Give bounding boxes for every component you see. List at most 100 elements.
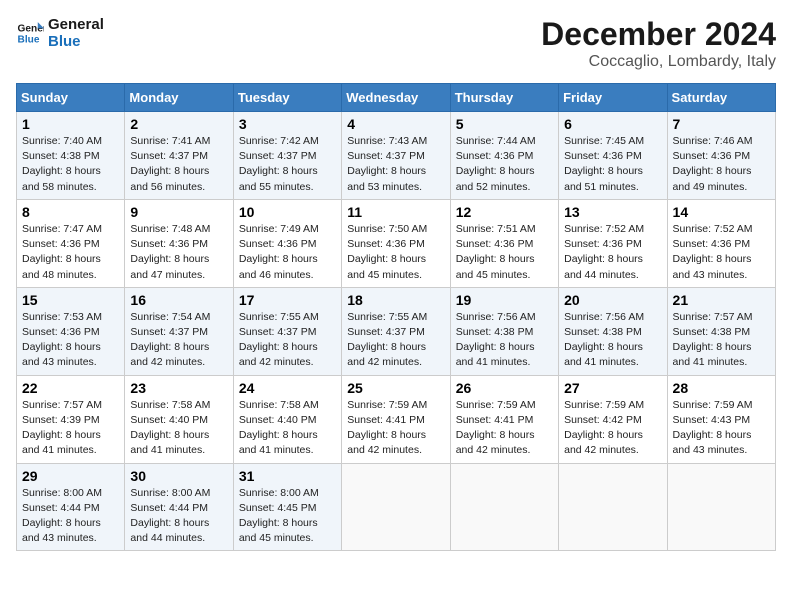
day-info: Sunrise: 7:48 AMSunset: 4:36 PMDaylight:… <box>130 222 227 283</box>
day-number: 10 <box>239 204 336 220</box>
calendar-cell: 29Sunrise: 8:00 AMSunset: 4:44 PMDayligh… <box>17 463 125 551</box>
calendar-header-row: SundayMondayTuesdayWednesdayThursdayFrid… <box>17 84 776 112</box>
calendar-cell <box>559 463 667 551</box>
calendar-week-row: 15 Sunrise: 7:53 AMSunset: 4:36 PMDayligh… <box>17 287 776 375</box>
day-info: Sunrise: 7:44 AMSunset: 4:36 PMDaylight:… <box>456 134 553 195</box>
day-info: Sunrise: 7:41 AMSunset: 4:37 PMDaylight:… <box>130 134 227 195</box>
calendar-table: SundayMondayTuesdayWednesdayThursdayFrid… <box>16 83 776 551</box>
calendar-cell: 28 Sunrise: 7:59 AMSunset: 4:43 PMDayligh… <box>667 375 775 463</box>
day-info: Sunrise: 7:46 AMSunset: 4:36 PMDaylight:… <box>673 134 770 195</box>
calendar-cell: 13 Sunrise: 7:52 AMSunset: 4:36 PMDayligh… <box>559 199 667 287</box>
calendar-day-header: Monday <box>125 84 233 112</box>
day-info: Sunrise: 7:57 AMSunset: 4:39 PMDaylight:… <box>22 398 119 459</box>
calendar-week-row: 22 Sunrise: 7:57 AMSunset: 4:39 PMDayligh… <box>17 375 776 463</box>
logo-icon: General Blue <box>16 19 44 47</box>
day-number: 8 <box>22 204 119 220</box>
calendar-day-header: Thursday <box>450 84 558 112</box>
logo-general: General <box>48 16 104 33</box>
day-info: Sunrise: 7:55 AMSunset: 4:37 PMDaylight:… <box>239 310 336 371</box>
day-info: Sunrise: 7:58 AMSunset: 4:40 PMDaylight:… <box>130 398 227 459</box>
day-info: Sunrise: 7:52 AMSunset: 4:36 PMDaylight:… <box>673 222 770 283</box>
calendar-cell: 30 Sunrise: 8:00 AMSunset: 4:44 PMDayligh… <box>125 463 233 551</box>
header: General Blue General Blue December 2024 … <box>16 16 776 71</box>
calendar-cell: 26 Sunrise: 7:59 AMSunset: 4:41 PMDayligh… <box>450 375 558 463</box>
day-number: 9 <box>130 204 227 220</box>
day-info: Sunrise: 7:40 AMSunset: 4:38 PMDaylight:… <box>22 134 119 195</box>
svg-text:Blue: Blue <box>18 34 40 45</box>
calendar-day-header: Wednesday <box>342 84 450 112</box>
logo: General Blue General Blue <box>16 16 104 50</box>
calendar-cell: 17 Sunrise: 7:55 AMSunset: 4:37 PMDayligh… <box>233 287 341 375</box>
calendar-cell: 20Sunrise: 7:56 AMSunset: 4:38 PMDayligh… <box>559 287 667 375</box>
day-number: 30 <box>130 468 227 484</box>
calendar-cell: 22 Sunrise: 7:57 AMSunset: 4:39 PMDayligh… <box>17 375 125 463</box>
calendar-cell: 25 Sunrise: 7:59 AMSunset: 4:41 PMDayligh… <box>342 375 450 463</box>
day-number: 13 <box>564 204 661 220</box>
day-info: Sunrise: 7:52 AMSunset: 4:36 PMDaylight:… <box>564 222 661 283</box>
day-number: 21 <box>673 292 770 308</box>
calendar-cell: 18 Sunrise: 7:55 AMSunset: 4:37 PMDayligh… <box>342 287 450 375</box>
day-info: Sunrise: 8:00 AMSunset: 4:45 PMDaylight:… <box>239 486 336 547</box>
day-number: 25 <box>347 380 444 396</box>
day-number: 4 <box>347 116 444 132</box>
day-number: 6 <box>564 116 661 132</box>
day-info: Sunrise: 7:56 AMSunset: 4:38 PMDaylight:… <box>564 310 661 371</box>
day-info: Sunrise: 7:49 AMSunset: 4:36 PMDaylight:… <box>239 222 336 283</box>
day-number: 28 <box>673 380 770 396</box>
location-title: Coccaglio, Lombardy, Italy <box>541 53 776 71</box>
calendar-day-header: Tuesday <box>233 84 341 112</box>
calendar-cell: 4 Sunrise: 7:43 AMSunset: 4:37 PMDaylight… <box>342 112 450 200</box>
day-info: Sunrise: 7:58 AMSunset: 4:40 PMDaylight:… <box>239 398 336 459</box>
calendar-cell: 11Sunrise: 7:50 AMSunset: 4:36 PMDayligh… <box>342 199 450 287</box>
calendar-cell: 7Sunrise: 7:46 AMSunset: 4:36 PMDaylight… <box>667 112 775 200</box>
day-number: 22 <box>22 380 119 396</box>
day-number: 15 <box>22 292 119 308</box>
calendar-cell <box>667 463 775 551</box>
day-info: Sunrise: 7:47 AMSunset: 4:36 PMDaylight:… <box>22 222 119 283</box>
day-number: 16 <box>130 292 227 308</box>
calendar-cell: 12Sunrise: 7:51 AMSunset: 4:36 PMDayligh… <box>450 199 558 287</box>
day-number: 3 <box>239 116 336 132</box>
day-number: 23 <box>130 380 227 396</box>
calendar-cell: 27Sunrise: 7:59 AMSunset: 4:42 PMDayligh… <box>559 375 667 463</box>
day-info: Sunrise: 7:53 AMSunset: 4:36 PMDaylight:… <box>22 310 119 371</box>
calendar-cell: 19Sunrise: 7:56 AMSunset: 4:38 PMDayligh… <box>450 287 558 375</box>
calendar-day-header: Sunday <box>17 84 125 112</box>
calendar-cell: 24Sunrise: 7:58 AMSunset: 4:40 PMDayligh… <box>233 375 341 463</box>
calendar-cell: 3 Sunrise: 7:42 AMSunset: 4:37 PMDaylight… <box>233 112 341 200</box>
day-number: 2 <box>130 116 227 132</box>
calendar-cell: 1 Sunrise: 7:40 AMSunset: 4:38 PMDaylight… <box>17 112 125 200</box>
calendar-cell: 8 Sunrise: 7:47 AMSunset: 4:36 PMDaylight… <box>17 199 125 287</box>
day-info: Sunrise: 8:00 AMSunset: 4:44 PMDaylight:… <box>130 486 227 547</box>
title-section: December 2024 Coccaglio, Lombardy, Italy <box>541 16 776 71</box>
calendar-body: 1 Sunrise: 7:40 AMSunset: 4:38 PMDaylight… <box>17 112 776 551</box>
day-number: 18 <box>347 292 444 308</box>
logo-blue: Blue <box>48 33 104 50</box>
day-number: 31 <box>239 468 336 484</box>
day-info: Sunrise: 7:55 AMSunset: 4:37 PMDaylight:… <box>347 310 444 371</box>
day-number: 26 <box>456 380 553 396</box>
day-info: Sunrise: 8:00 AMSunset: 4:44 PMDaylight:… <box>22 486 119 547</box>
calendar-cell <box>450 463 558 551</box>
day-info: Sunrise: 7:50 AMSunset: 4:36 PMDaylight:… <box>347 222 444 283</box>
day-info: Sunrise: 7:59 AMSunset: 4:41 PMDaylight:… <box>347 398 444 459</box>
day-info: Sunrise: 7:59 AMSunset: 4:43 PMDaylight:… <box>673 398 770 459</box>
calendar-cell: 10 Sunrise: 7:49 AMSunset: 4:36 PMDayligh… <box>233 199 341 287</box>
day-number: 17 <box>239 292 336 308</box>
calendar-cell: 21Sunrise: 7:57 AMSunset: 4:38 PMDayligh… <box>667 287 775 375</box>
calendar-cell: 31 Sunrise: 8:00 AMSunset: 4:45 PMDayligh… <box>233 463 341 551</box>
day-info: Sunrise: 7:59 AMSunset: 4:42 PMDaylight:… <box>564 398 661 459</box>
calendar-cell: 15 Sunrise: 7:53 AMSunset: 4:36 PMDayligh… <box>17 287 125 375</box>
month-title: December 2024 <box>541 16 776 53</box>
day-info: Sunrise: 7:59 AMSunset: 4:41 PMDaylight:… <box>456 398 553 459</box>
day-info: Sunrise: 7:54 AMSunset: 4:37 PMDaylight:… <box>130 310 227 371</box>
day-info: Sunrise: 7:43 AMSunset: 4:37 PMDaylight:… <box>347 134 444 195</box>
calendar-cell: 5Sunrise: 7:44 AMSunset: 4:36 PMDaylight… <box>450 112 558 200</box>
calendar-day-header: Friday <box>559 84 667 112</box>
day-number: 1 <box>22 116 119 132</box>
day-info: Sunrise: 7:42 AMSunset: 4:37 PMDaylight:… <box>239 134 336 195</box>
calendar-week-row: 29Sunrise: 8:00 AMSunset: 4:44 PMDayligh… <box>17 463 776 551</box>
day-info: Sunrise: 7:45 AMSunset: 4:36 PMDaylight:… <box>564 134 661 195</box>
calendar-cell: 6 Sunrise: 7:45 AMSunset: 4:36 PMDaylight… <box>559 112 667 200</box>
calendar-cell: 23 Sunrise: 7:58 AMSunset: 4:40 PMDayligh… <box>125 375 233 463</box>
